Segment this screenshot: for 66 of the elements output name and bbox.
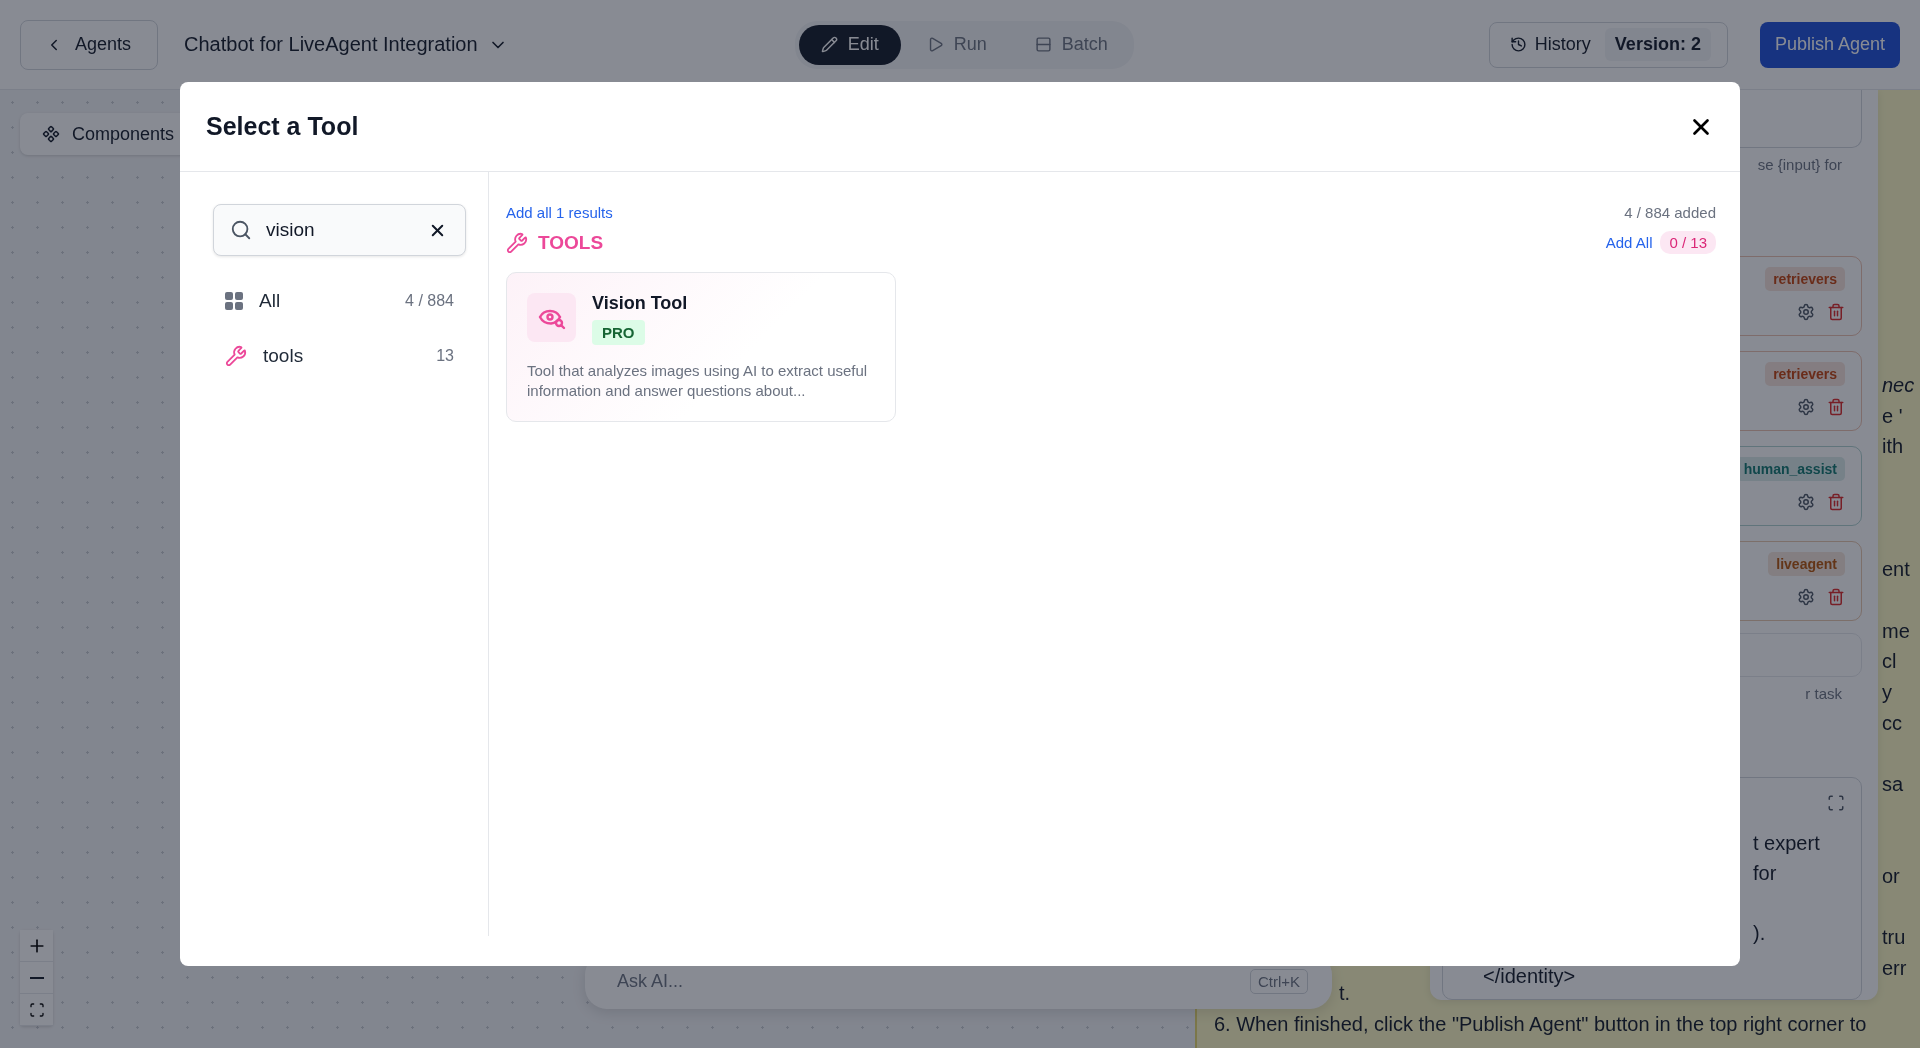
trash-icon[interactable] xyxy=(1827,493,1845,511)
section-count: 0 / 13 xyxy=(1660,231,1716,254)
note-text-line: err xyxy=(1882,956,1907,982)
mode-tab[interactable]: Edit xyxy=(798,24,901,65)
settings-icon[interactable] xyxy=(1797,493,1815,511)
note-text-line: tru xyxy=(1882,925,1906,951)
note-text-line: e ' xyxy=(1882,403,1903,429)
note-text-line: cl xyxy=(1882,649,1897,675)
added-count: 4 / 884 added xyxy=(1624,204,1716,221)
mode-tab[interactable]: Run xyxy=(904,24,1009,65)
search-icon xyxy=(230,219,252,241)
tool-name: Vision Tool xyxy=(592,293,688,314)
category-item[interactable]: tools 13 xyxy=(213,328,466,383)
corners-icon xyxy=(28,1001,45,1018)
note-text-line: me xyxy=(1882,618,1910,644)
fit-view-button[interactable] xyxy=(20,994,53,1026)
field-hint: r task xyxy=(1805,685,1842,702)
note-text-line: y xyxy=(1882,679,1892,705)
history-button[interactable]: History xyxy=(1503,33,1597,56)
version-label: Version: 2 xyxy=(1604,28,1711,61)
zoom-in-button[interactable] xyxy=(20,930,53,962)
category-item[interactable]: All 4 / 884 xyxy=(213,273,466,328)
search-field[interactable]: vision xyxy=(264,218,416,242)
minus-icon xyxy=(29,976,44,979)
ask-ai-field[interactable]: Ask AI... xyxy=(615,969,1250,993)
settings-icon[interactable] xyxy=(1797,588,1815,606)
note-text-line: ent xyxy=(1882,557,1910,583)
zoom-out-button[interactable] xyxy=(20,962,53,994)
note-text-line: t. xyxy=(1339,981,1351,1006)
wrench-icon xyxy=(225,344,247,367)
field-hint: se {input} for xyxy=(1757,156,1842,173)
tool-description: Tool that analyzes images using AI to extract useful information and answer questions about... xyxy=(527,361,869,401)
tool-card[interactable]: Vision Tool PRO Tool that analyzes images using AI to extract useful information and answer questions about... xyxy=(506,272,896,422)
panel-icon xyxy=(1034,36,1052,53)
publish-button[interactable]: Publish Agent xyxy=(1759,21,1900,68)
back-button[interactable]: Agents xyxy=(20,19,159,70)
wrench-icon xyxy=(506,231,528,254)
grid-icon xyxy=(225,291,243,310)
note-text-line: cc xyxy=(1882,710,1902,736)
note-text-line: nec xyxy=(1882,373,1915,398)
shortcut-key: Ctrl+K xyxy=(1249,968,1308,994)
components-icon xyxy=(42,125,60,143)
editor-text-line: ). xyxy=(1753,921,1767,946)
search-box[interactable]: vision xyxy=(213,204,466,256)
note-text-line: or xyxy=(1882,864,1900,889)
editor-text-line: </identity> xyxy=(1483,964,1577,989)
pencil-icon xyxy=(820,36,838,53)
settings-icon[interactable] xyxy=(1797,303,1815,321)
editor-text-line: t expert xyxy=(1753,831,1821,856)
note-text-line: sa xyxy=(1882,771,1904,797)
trash-icon[interactable] xyxy=(1827,398,1845,416)
agent-name-dropdown[interactable]: Chatbot for LiveAgent Integration xyxy=(178,32,514,57)
mode-tab[interactable]: Batch xyxy=(1012,24,1130,65)
editor-text-line: for xyxy=(1753,861,1778,886)
section-title: TOOLS xyxy=(538,231,604,254)
settings-icon[interactable] xyxy=(1797,398,1815,416)
pro-badge: PRO xyxy=(592,320,645,345)
trash-icon[interactable] xyxy=(1827,303,1845,321)
history-icon xyxy=(1509,36,1527,53)
trash-icon[interactable] xyxy=(1827,588,1845,606)
add-all-results-link[interactable]: Add all 1 results xyxy=(506,204,613,221)
dialog-title: Select a Tool xyxy=(206,112,359,141)
note-text-line: ith xyxy=(1882,434,1904,460)
expand-icon[interactable] xyxy=(1827,794,1845,812)
note-text-line: 6. When finished, click the "Publish Agent" button in the top right corner to xyxy=(1214,1011,1867,1037)
add-all-link[interactable]: Add All xyxy=(1605,234,1653,251)
